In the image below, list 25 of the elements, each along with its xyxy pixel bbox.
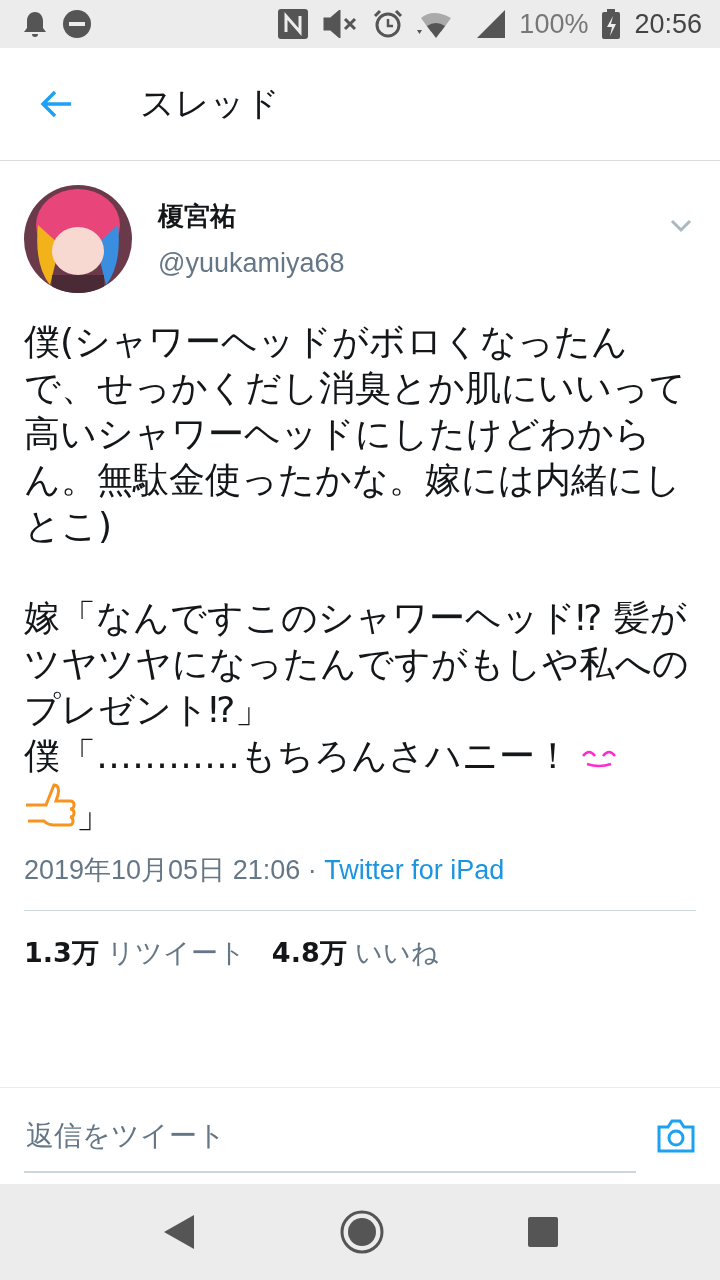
recents-nav-button[interactable]: [528, 1217, 559, 1247]
author-name: 榎宮祐: [158, 200, 237, 233]
tweet-text: 」: [76, 794, 112, 835]
smiling-face-icon: [581, 748, 617, 768]
signal-icon: [477, 10, 506, 38]
stat-count: 1.3万: [24, 937, 99, 968]
battery-charging-icon: [602, 9, 621, 39]
stat-count: 4.8万: [271, 937, 347, 968]
tweet-timestamp: 2019年10月05日 21:06 ·: [24, 855, 318, 885]
nfc-icon: [277, 8, 310, 40]
clock-time: 20:56: [634, 8, 702, 40]
battery-percentage: 100%: [519, 8, 589, 40]
tweet-text: 僕(シャワーヘッドがボロくなったんで、せっかくだし消臭とか肌にいいって高いシャワーヘッドにしたけどわからん。無駄金使ったかな。嫁には内緒にしとこ): [24, 320, 687, 548]
stat-label[interactable]: いいね: [354, 937, 439, 968]
home-nav-button[interactable]: [339, 1209, 385, 1255]
tweet-text: 僕「…………もちろんさハニー！: [24, 735, 571, 776]
camera-icon[interactable]: [656, 1118, 696, 1154]
source-link[interactable]: Twitter for iPad: [324, 855, 505, 885]
bell-icon: [22, 10, 48, 38]
page-title: スレッド: [140, 82, 280, 125]
author-handle: @yuukamiya68: [158, 248, 346, 279]
stat-label[interactable]: リツイート: [106, 937, 246, 968]
alarm-icon: [373, 9, 404, 39]
tweet-text: 嫁「なんですこのシャワーヘッド⁉ 髪がツヤツヤになったんですがもしや私へのプレゼント⁉」: [24, 596, 690, 732]
do-not-disturb-icon: [62, 9, 92, 39]
